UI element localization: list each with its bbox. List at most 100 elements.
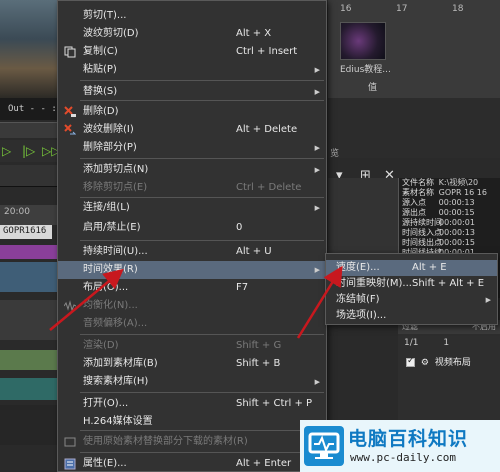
info-key: 文件名称 (402, 178, 434, 187)
play-icon[interactable]: ▷ (2, 144, 11, 158)
submenu-arrow-icon: ▶ (314, 266, 320, 274)
menu-item[interactable]: 波纹删除(I) Alt + Delete (58, 121, 326, 139)
gear-icon: ⚙ (420, 358, 429, 368)
menu-item-label: 移除剪切点(E) (83, 182, 148, 193)
menu-item-label: 属性(E)... (83, 458, 127, 469)
timeline-clip[interactable]: GOPR1616 (0, 225, 52, 239)
submenu-item[interactable]: 场选项(I)... (326, 308, 497, 324)
menu-item: 移除剪切点(E) Ctrl + Delete (58, 179, 326, 197)
menu-item[interactable]: 替换(S) ▶ (58, 83, 326, 101)
menu-separator (80, 452, 324, 453)
layout-panel (398, 320, 500, 420)
menu-item[interactable]: 添加到素材库(B) Shift + B (58, 355, 326, 373)
menu-item-label: 添加到素材库(B) (83, 358, 158, 369)
menu-item-label: 替换(S) (83, 86, 118, 97)
menu-item[interactable]: 删除部分(P) ▶ (58, 139, 326, 157)
thumb-number: 17 (396, 4, 408, 14)
submenu-item[interactable]: 冻结帧(F) ▶ (326, 292, 497, 308)
submenu-arrow-icon: ▶ (314, 66, 320, 74)
menu-item-label: 搜索素材库(H) (83, 376, 149, 387)
step-forward-icon[interactable]: |▷ (22, 144, 35, 158)
preview-video (0, 0, 60, 98)
menu-item-shortcut: Alt + Delete (236, 124, 298, 135)
menu-item-label: 持续时间(U)... (83, 246, 148, 257)
menu-separator (80, 197, 324, 198)
menu-separator (80, 240, 324, 241)
submenu-item[interactable]: 速度(E)... Alt + E (326, 260, 497, 276)
thumb-number: 18 (452, 4, 464, 14)
menu-item-label: 添加剪切点(N) (83, 164, 149, 175)
menu-item-label: 渲染(D) (83, 340, 119, 351)
menu-item-shortcut: Shift + G (236, 340, 282, 351)
info-row: 时间线出点 00:00:15 (399, 238, 500, 248)
menu-item[interactable]: 复制(C) Ctrl + Insert (58, 43, 326, 61)
menu-item[interactable]: 删除(D) (58, 103, 326, 121)
monitor-logo-icon (304, 426, 344, 466)
menu-item-label: 均衡化(N)... (83, 300, 138, 311)
menu-item-label: H.264媒体设置 (83, 416, 153, 427)
timeline-ruler[interactable]: 20:00 (0, 205, 60, 225)
preview-scrub-bar[interactable] (0, 122, 60, 138)
panel-tab[interactable]: 览 (330, 146, 339, 159)
info-row: 文件名称 K:\视频\20 (399, 178, 500, 188)
menu-separator (80, 80, 324, 81)
info-value: GOPR 16 16 (438, 188, 487, 197)
menu-item: 渲染(D) Shift + G (58, 337, 326, 355)
menu-item[interactable]: 启用/禁止(E) 0 (58, 219, 326, 237)
ripple-delete-icon (64, 124, 77, 136)
menu-separator (80, 158, 324, 159)
menu-item-shortcut: Shift + B (236, 358, 281, 369)
replace-icon (64, 436, 76, 448)
submenu-arrow-icon: ▶ (485, 296, 491, 304)
info-key: 素材名称 (402, 188, 434, 197)
menu-item-shortcut: Alt + U (236, 246, 272, 257)
submenu-arrow-icon: ▶ (314, 88, 320, 96)
info-value: 00:00:15 (438, 208, 475, 217)
track-gray[interactable] (0, 300, 60, 340)
track-green[interactable] (0, 350, 60, 370)
track-purple[interactable] (0, 245, 60, 259)
menu-item[interactable]: 添加剪切点(N) ▶ (58, 161, 326, 179)
menu-separator (80, 334, 324, 335)
menu-item[interactable]: 时间效果(R) ▶ (58, 261, 326, 279)
menu-item-shortcut: Shift + Ctrl + P (236, 398, 313, 409)
layout-page-row: 1/1 1 (404, 338, 449, 348)
menu-item[interactable]: 连接/组(L) ▶ (58, 199, 326, 217)
track-blue[interactable] (0, 262, 60, 292)
menu-item-label: 波纹剪切(D) (83, 28, 139, 39)
site-logo: 电脑百科知识 www.pc-daily.com (300, 420, 500, 472)
menu-item-label: 音频偏移(A)... (83, 318, 148, 329)
menu-item[interactable]: 搜索素材库(H) ▶ (58, 373, 326, 391)
menu-item-label: 打开(O)... (83, 398, 129, 409)
submenu-item-label: 时间重映射(M)... (336, 278, 412, 289)
info-key: 时间线入点 (402, 228, 442, 237)
track-teal[interactable] (0, 378, 60, 400)
menu-item: 均衡化(N)... (58, 297, 326, 315)
menu-item-shortcut: Alt + X (236, 28, 272, 39)
menu-item-label: 删除(D) (83, 106, 119, 117)
menu-item[interactable]: 剪切(T)... (58, 7, 326, 25)
menu-item[interactable]: H.264媒体设置 (58, 413, 326, 431)
menu-item[interactable]: 属性(E)... Alt + Enter (58, 455, 326, 472)
menu-item[interactable]: 打开(O)... Shift + Ctrl + P (58, 395, 326, 413)
clip-thumbnail[interactable] (340, 22, 386, 60)
submenu-item[interactable]: 时间重映射(M)... Shift + Alt + E (326, 276, 497, 292)
menu-item-label: 启用/禁止(E) (83, 222, 141, 233)
layout-item[interactable]: ⚙ 视频布局 (406, 355, 471, 368)
checkbox-checked-icon[interactable] (406, 356, 415, 367)
info-key: 时间线出点 (402, 238, 442, 247)
menu-item[interactable]: 波纹剪切(D) Alt + X (58, 25, 326, 43)
info-row: 源持续时间 00:00:01 (399, 218, 500, 228)
submenu-item-label: 场选项(I)... (336, 310, 387, 321)
menu-item-shortcut: F7 (236, 282, 249, 293)
properties-icon (64, 458, 76, 470)
menu-item[interactable]: 粘贴(P) ▶ (58, 61, 326, 79)
track-dark[interactable] (0, 405, 60, 445)
menu-item[interactable]: 布局(O)... F7 (58, 279, 326, 297)
info-value: 00:00:15 (439, 238, 475, 247)
menu-item[interactable]: 持续时间(U)... Alt + U (58, 243, 326, 261)
info-value: 00:00:13 (438, 198, 475, 207)
menu-item-shortcut: Alt + Enter (236, 458, 292, 469)
info-value: 00:00:13 (439, 228, 475, 237)
value-column-label: 值 (368, 83, 378, 93)
